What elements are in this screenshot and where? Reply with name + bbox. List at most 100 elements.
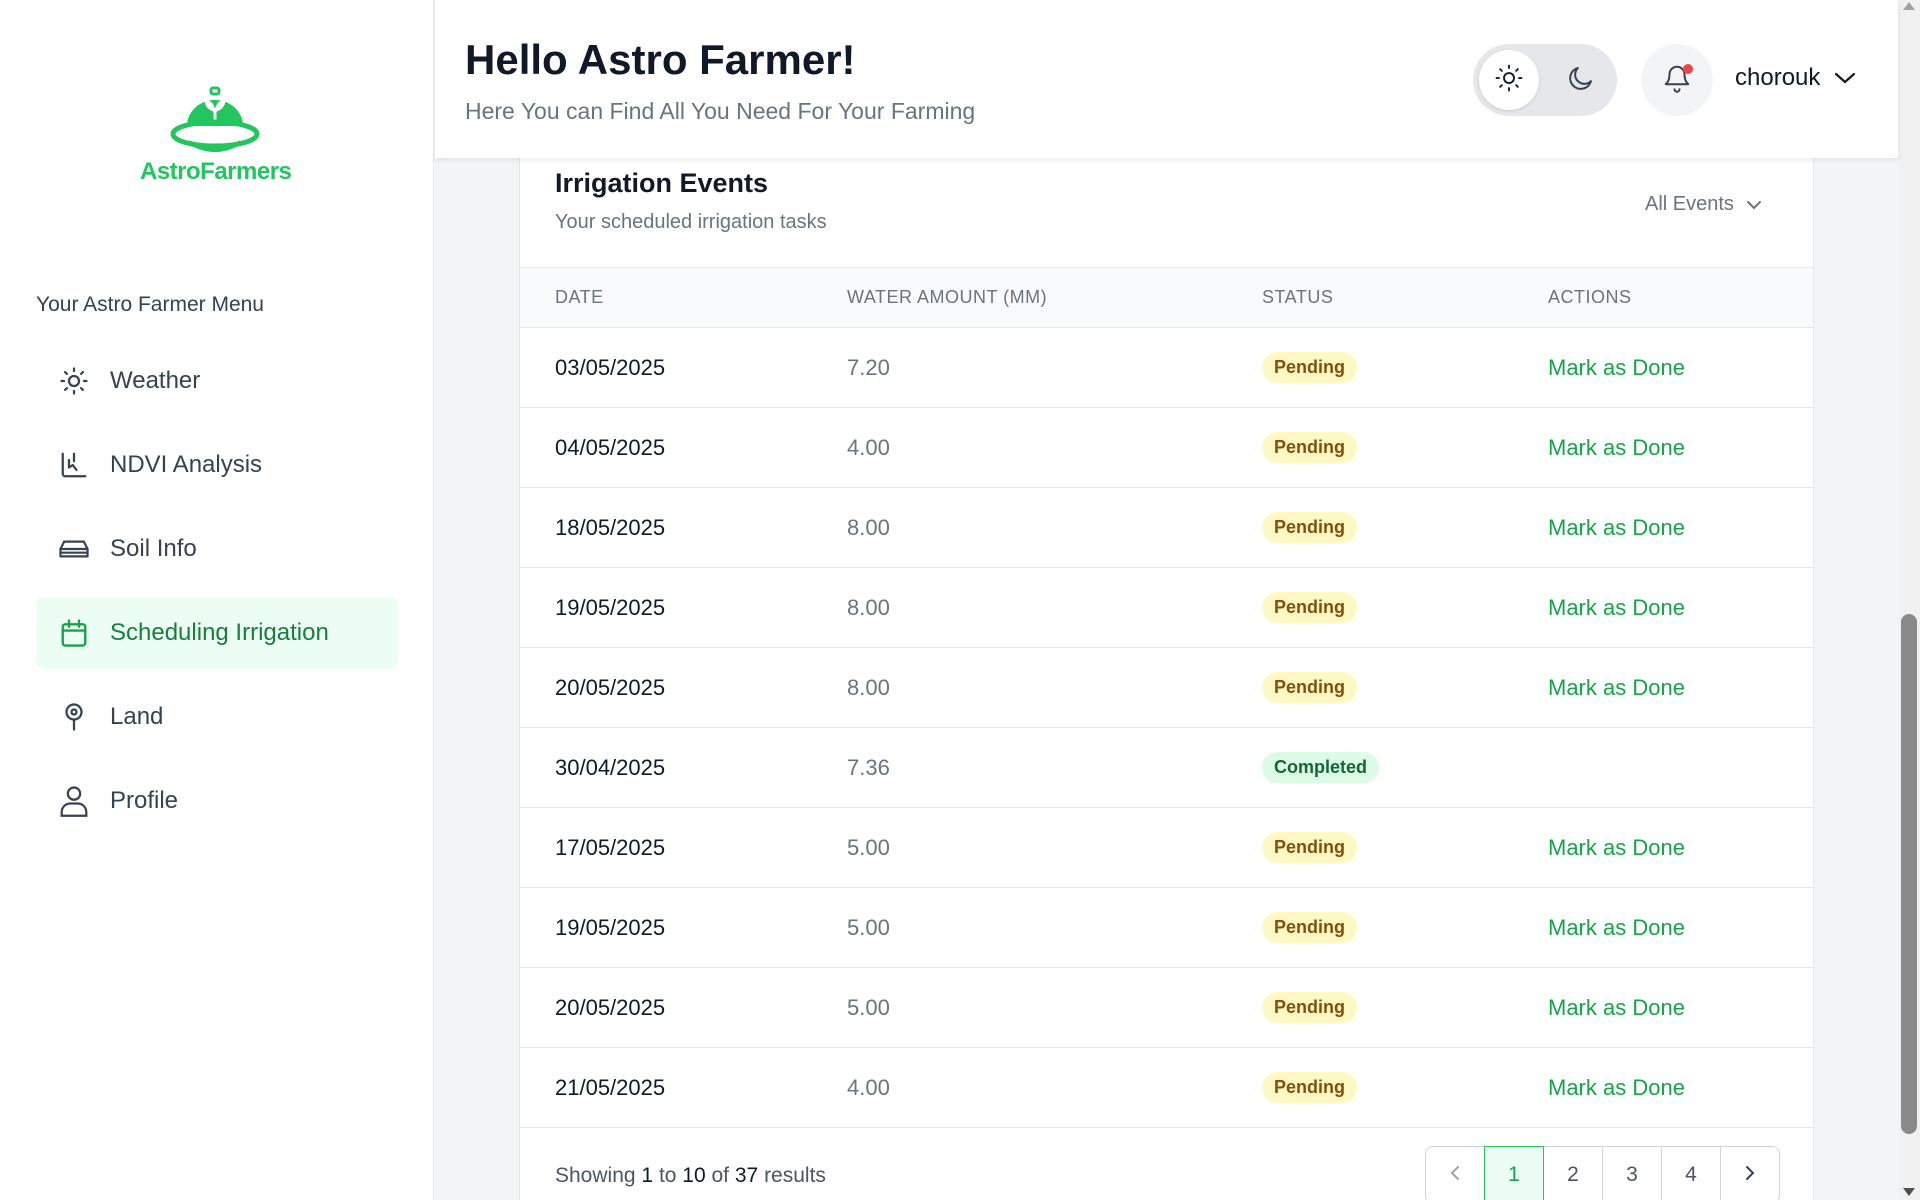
summary-to-word: to	[658, 1164, 677, 1187]
row-date: 20/05/2025	[555, 994, 666, 1020]
prev-page-button[interactable]	[1425, 1146, 1485, 1200]
table-row: 30/04/2025 7.36 Completed	[520, 728, 1813, 808]
row-water-amount: 8.00	[847, 674, 890, 700]
page-button-1[interactable]: 1	[1484, 1146, 1544, 1200]
page-button-2[interactable]: 2	[1543, 1146, 1603, 1200]
row-date: 21/05/2025	[555, 1074, 666, 1100]
table-row: 20/05/2025 8.00 Pending Mark as Done	[520, 648, 1813, 728]
table-row: 03/05/2025 7.20 Pending Mark as Done	[520, 328, 1813, 408]
sidebar-item-land[interactable]: Land	[36, 681, 398, 753]
sun-icon	[58, 365, 90, 397]
card-title: Irrigation Events	[555, 168, 769, 198]
username: chorouk	[1735, 64, 1821, 91]
mark-as-done-button[interactable]: Mark as Done	[1548, 915, 1685, 941]
card-subtitle: Your scheduled irrigation tasks	[555, 211, 827, 233]
next-page-button[interactable]	[1720, 1146, 1780, 1200]
status-badge: Pending	[1262, 592, 1357, 623]
calendar-icon	[58, 617, 90, 649]
chevron-down-icon	[1834, 64, 1856, 92]
theme-toggle	[1473, 44, 1617, 116]
scrollbar-thumb[interactable]	[1901, 614, 1917, 1134]
notification-dot	[1683, 64, 1693, 74]
table-header: DATE WATER AMOUNT (MM) STATUS ACTIONS	[520, 267, 1813, 328]
sidebar-item-label: Land	[110, 703, 164, 730]
sidebar-item-scheduling-irrigation[interactable]: Scheduling Irrigation	[36, 597, 398, 669]
brand-logo[interactable]: AstroFarmers	[140, 82, 292, 186]
summary-from: 1	[641, 1164, 654, 1187]
mark-as-done-button[interactable]: Mark as Done	[1548, 595, 1685, 621]
row-water-amount: 7.36	[847, 754, 890, 780]
table-row: 04/05/2025 4.00 Pending Mark as Done	[520, 408, 1813, 488]
page-scrollbar[interactable]	[1898, 0, 1920, 1200]
page-button-4[interactable]: 4	[1661, 1146, 1721, 1200]
table-row: 19/05/2025 8.00 Pending Mark as Done	[520, 568, 1813, 648]
mark-as-done-button[interactable]: Mark as Done	[1548, 835, 1685, 861]
sidebar-item-label: NDVI Analysis	[110, 451, 263, 478]
notifications-button[interactable]	[1641, 44, 1713, 116]
logo-icon	[170, 86, 260, 152]
mark-as-done-button[interactable]: Mark as Done	[1548, 995, 1685, 1021]
mark-as-done-button[interactable]: Mark as Done	[1548, 675, 1685, 701]
table-body: 03/05/2025 7.20 Pending Mark as Done 04/…	[520, 328, 1813, 1128]
column-header-actions: ACTIONS	[1548, 287, 1632, 307]
table-row: 17/05/2025 5.00 Pending Mark as Done	[520, 808, 1813, 888]
chevron-down-icon	[1746, 193, 1762, 216]
page-button-3[interactable]: 3	[1602, 1146, 1662, 1200]
row-water-amount: 4.00	[847, 1074, 890, 1100]
summary-total: 37	[734, 1164, 759, 1187]
top-header: Hello Astro Farmer! Here You can Find Al…	[435, 0, 1898, 158]
mark-as-done-button[interactable]: Mark as Done	[1548, 1075, 1685, 1101]
status-badge: Pending	[1262, 672, 1357, 703]
row-date: 19/05/2025	[555, 594, 666, 620]
status-badge: Completed	[1262, 752, 1380, 783]
user-icon	[58, 785, 90, 817]
brand-name: AstroFarmers	[140, 158, 292, 185]
sun-icon	[1494, 63, 1524, 98]
pagination: 1 2 3 4	[1425, 1146, 1780, 1200]
row-water-amount: 5.00	[847, 834, 890, 860]
table-row: 20/05/2025 5.00 Pending Mark as Done	[520, 968, 1813, 1048]
row-date: 18/05/2025	[555, 514, 666, 540]
row-date: 04/05/2025	[555, 434, 666, 460]
column-header-water-amount: WATER AMOUNT (MM)	[847, 287, 1048, 307]
sidebar-item-ndvi-analysis[interactable]: NDVI Analysis	[36, 429, 398, 501]
table-row: 18/05/2025 8.00 Pending Mark as Done	[520, 488, 1813, 568]
row-water-amount: 4.00	[847, 434, 890, 460]
status-badge: Pending	[1262, 352, 1357, 383]
status-badge: Pending	[1262, 912, 1357, 943]
table-row: 19/05/2025 5.00 Pending Mark as Done	[520, 888, 1813, 968]
status-badge: Pending	[1262, 832, 1357, 863]
results-summary: Showing 1 to 10 of 37 results	[555, 1164, 826, 1188]
status-badge: Pending	[1262, 992, 1357, 1023]
sidebar-menu: Weather NDVI Analysis Soil Info Scheduli…	[36, 345, 398, 849]
sidebar-item-profile[interactable]: Profile	[36, 765, 398, 837]
summary-suffix: results	[764, 1164, 826, 1187]
light-mode-button[interactable]	[1479, 50, 1539, 110]
status-badge: Pending	[1262, 432, 1357, 463]
row-date: 30/04/2025	[555, 754, 666, 780]
sidebar-item-weather[interactable]: Weather	[36, 345, 398, 417]
chevron-right-icon	[1745, 1163, 1755, 1187]
irrigation-events-card: Irrigation Events Your scheduled irrigat…	[519, 140, 1814, 1200]
row-date: 03/05/2025	[555, 354, 666, 380]
summary-to: 10	[682, 1164, 706, 1187]
sidebar: AstroFarmers Your Astro Farmer Menu Weat…	[0, 0, 434, 1200]
map-pin-icon	[58, 701, 90, 733]
events-filter-select[interactable]: All Events	[1645, 187, 1775, 221]
scroll-up-arrow-icon[interactable]	[1903, 2, 1915, 10]
mark-as-done-button[interactable]: Mark as Done	[1548, 515, 1685, 541]
user-menu[interactable]: chorouk	[1735, 64, 1856, 92]
chart-icon	[58, 449, 90, 481]
column-header-date: DATE	[555, 287, 604, 307]
sidebar-item-soil-info[interactable]: Soil Info	[36, 513, 398, 585]
mark-as-done-button[interactable]: Mark as Done	[1548, 355, 1685, 381]
mark-as-done-button[interactable]: Mark as Done	[1548, 435, 1685, 461]
scroll-down-arrow-icon[interactable]	[1903, 1188, 1915, 1196]
page-greeting: Hello Astro Farmer!	[465, 36, 856, 83]
sidebar-item-label: Weather	[110, 367, 201, 394]
row-date: 17/05/2025	[555, 834, 666, 860]
dark-mode-button[interactable]	[1551, 50, 1611, 110]
sidebar-item-label: Scheduling Irrigation	[110, 619, 329, 646]
moon-icon	[1566, 63, 1596, 98]
page-subtitle: Here You can Find All You Need For Your …	[465, 98, 976, 124]
